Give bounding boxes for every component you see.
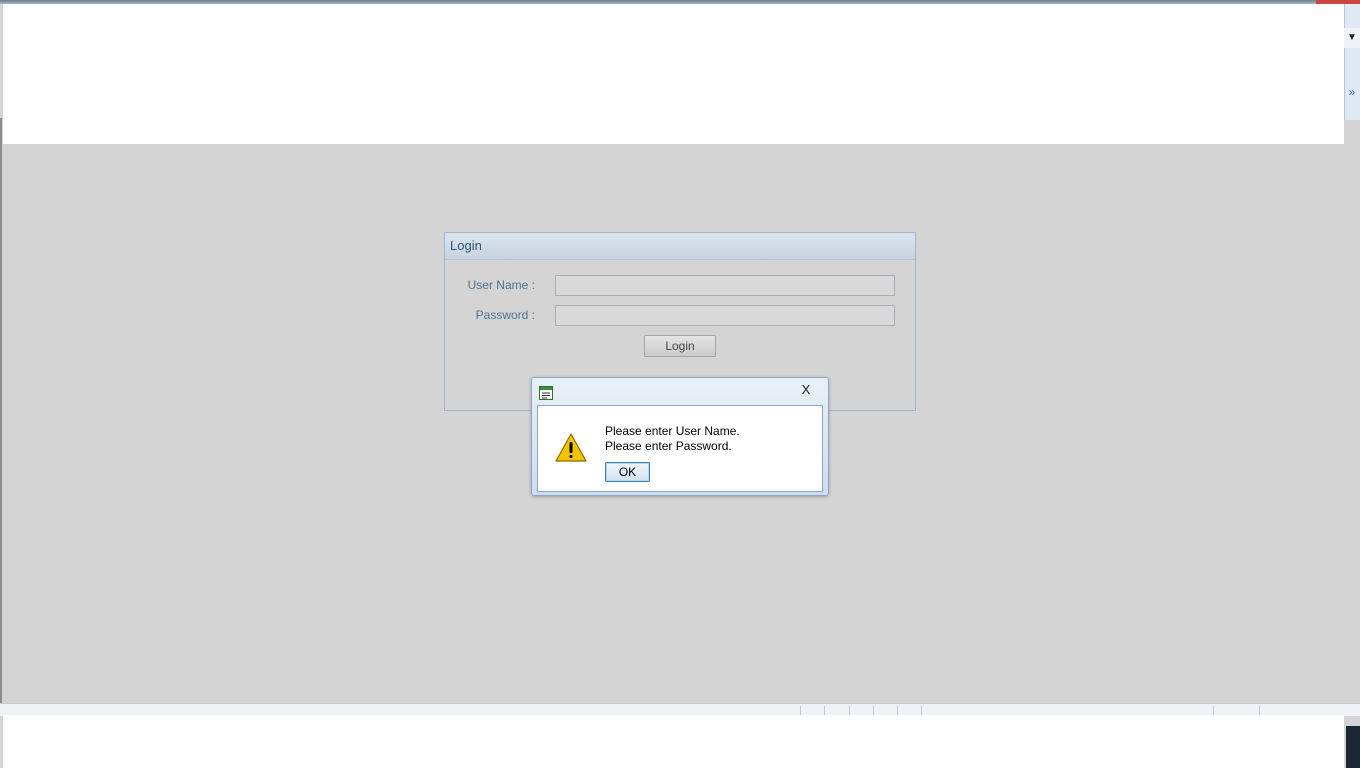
taskbar-peek: [1346, 726, 1360, 768]
ok-button[interactable]: OK: [605, 462, 650, 482]
browser-right-edge: [1344, 4, 1360, 120]
username-label: User Name :: [467, 278, 535, 292]
password-input[interactable]: [555, 305, 895, 326]
dropdown-arrow-icon[interactable]: ▼: [1344, 28, 1360, 48]
password-label: Password :: [475, 308, 535, 322]
login-button[interactable]: Login: [644, 335, 716, 357]
username-input[interactable]: [555, 275, 895, 296]
close-icon[interactable]: X: [798, 382, 814, 398]
login-panel-title: Login: [445, 233, 915, 260]
more-chevron-icon[interactable]: »: [1345, 84, 1359, 100]
message-line-password: Please enter Password.: [605, 439, 732, 453]
taskbar-area: [3, 715, 1344, 768]
window-icon: [539, 386, 553, 400]
alert-dialog: X Please enter User Name. Please enter P…: [531, 377, 829, 496]
dialog-titlebar[interactable]: X: [532, 378, 828, 404]
message-line-username: Please enter User Name.: [605, 424, 740, 438]
warning-icon: [555, 433, 587, 462]
dialog-body: Please enter User Name. Please enter Pas…: [537, 405, 823, 492]
browser-toolbar-area: [3, 4, 1344, 144]
